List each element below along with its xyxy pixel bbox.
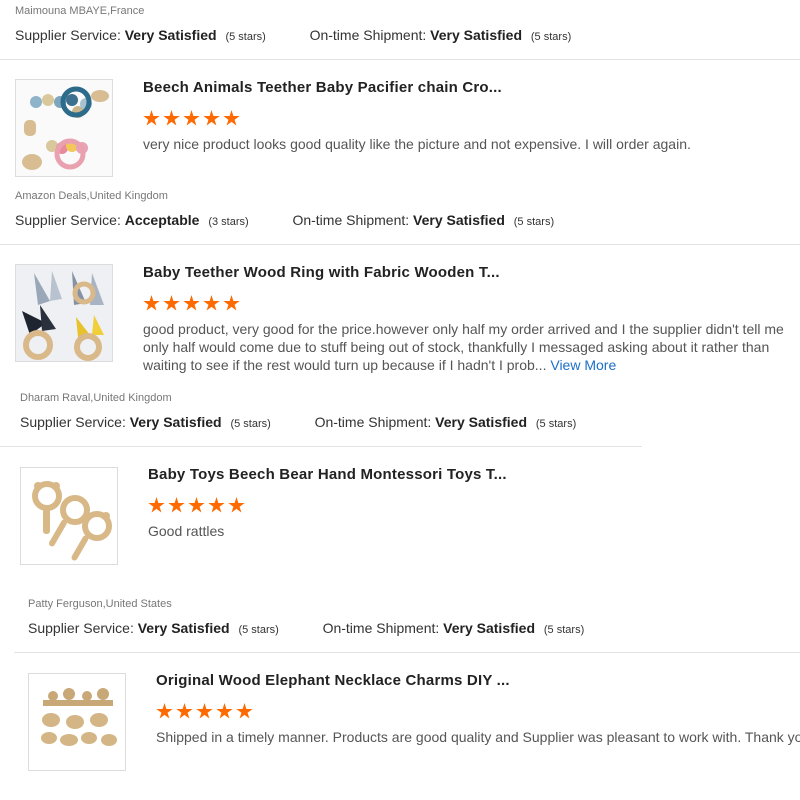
shipment-label: On-time Shipment: xyxy=(292,212,410,228)
star-icon xyxy=(156,703,173,719)
supplier-service-stars: (3 stars) xyxy=(208,216,249,228)
star-icon xyxy=(223,110,240,126)
rating-summary: Supplier Service: Very Satisfied (5 star… xyxy=(15,27,571,43)
shipment-stars: (5 stars) xyxy=(535,418,577,430)
shipment-label: On-time Shipment: xyxy=(322,620,440,636)
teether-chain-image xyxy=(22,86,109,170)
supplier-service-label: Supplier Service: xyxy=(28,620,134,636)
review-comment-text: good product, very good for the price.ho… xyxy=(143,321,784,373)
supplier-service-value: Very Satisfied xyxy=(129,414,222,430)
divider xyxy=(14,652,800,653)
product-title[interactable]: Beech Animals Teether Baby Pacifier chai… xyxy=(143,79,502,96)
star-icon xyxy=(143,110,160,126)
divider xyxy=(0,244,800,245)
shipment-value: Very Satisfied xyxy=(413,212,505,228)
star-rating xyxy=(156,703,253,720)
star-icon xyxy=(196,703,213,719)
supplier-service-stars: (5 stars) xyxy=(238,624,279,636)
star-icon xyxy=(228,497,245,513)
product-title[interactable]: Original Wood Elephant Necklace Charms D… xyxy=(156,672,510,689)
product-thumbnail[interactable] xyxy=(15,264,113,362)
reviewer-name: Dharam Raval,United Kingdom xyxy=(20,392,172,404)
supplier-service-label: Supplier Service: xyxy=(15,27,121,43)
shipment-value: Very Satisfied xyxy=(443,620,535,636)
shipment-stars: (5 stars) xyxy=(513,216,555,228)
star-icon xyxy=(236,703,253,719)
fabric-teether-image xyxy=(16,265,112,361)
product-title[interactable]: Baby Toys Beech Bear Hand Montessori Toy… xyxy=(148,466,507,483)
supplier-service-value: Very Satisfied xyxy=(137,620,230,636)
product-thumbnail[interactable] xyxy=(15,79,113,177)
star-icon xyxy=(176,703,193,719)
shipment-label: On-time Shipment: xyxy=(309,27,427,43)
reviewer-name: Amazon Deals,United Kingdom xyxy=(15,190,168,202)
rating-summary: Supplier Service: Very Satisfied (5 star… xyxy=(20,414,576,430)
product-thumbnail[interactable] xyxy=(20,467,118,565)
rating-summary: Supplier Service: Acceptable (3 stars) O… xyxy=(15,212,554,228)
reviewer-name: Patty Ferguson,United States xyxy=(28,598,172,610)
supplier-service-stars: (5 stars) xyxy=(230,418,271,430)
star-icon xyxy=(163,110,180,126)
star-icon xyxy=(208,497,225,513)
supplier-service-value: Acceptable xyxy=(124,212,200,228)
review-comment: Good rattles xyxy=(148,523,225,539)
star-rating xyxy=(143,110,240,127)
star-icon xyxy=(143,295,160,311)
star-icon xyxy=(168,497,185,513)
star-icon xyxy=(188,497,205,513)
star-icon xyxy=(183,110,200,126)
shipment-stars: (5 stars) xyxy=(530,31,572,43)
elephant-charms-image xyxy=(29,674,125,770)
review-comment: good product, very good for the price.ho… xyxy=(143,320,798,374)
supplier-service-stars: (5 stars) xyxy=(225,31,266,43)
star-icon xyxy=(203,110,220,126)
star-icon xyxy=(203,295,220,311)
divider xyxy=(0,59,800,60)
star-rating xyxy=(148,497,245,514)
product-thumbnail[interactable] xyxy=(28,673,126,771)
shipment-value: Very Satisfied xyxy=(430,27,522,43)
supplier-service-label: Supplier Service: xyxy=(15,212,121,228)
reviewer-name: Maimouna MBAYE,France xyxy=(15,5,145,17)
view-more-link[interactable]: View More xyxy=(550,357,616,373)
star-icon xyxy=(183,295,200,311)
review-comment: Shipped in a timely manner. Products are… xyxy=(156,729,800,745)
review-comment: very nice product looks good quality lik… xyxy=(143,136,691,152)
shipment-label: On-time Shipment: xyxy=(314,414,432,430)
star-icon xyxy=(223,295,240,311)
star-icon xyxy=(163,295,180,311)
star-rating xyxy=(143,295,240,312)
supplier-service-value: Very Satisfied xyxy=(124,27,217,43)
rating-summary: Supplier Service: Very Satisfied (5 star… xyxy=(28,620,584,636)
star-icon xyxy=(148,497,165,513)
supplier-service-label: Supplier Service: xyxy=(20,414,126,430)
product-title[interactable]: Baby Teether Wood Ring with Fabric Woode… xyxy=(143,264,500,281)
shipment-value: Very Satisfied xyxy=(435,414,527,430)
shipment-stars: (5 stars) xyxy=(543,624,585,636)
star-icon xyxy=(216,703,233,719)
bear-rattle-image xyxy=(21,468,117,564)
divider xyxy=(0,446,642,447)
